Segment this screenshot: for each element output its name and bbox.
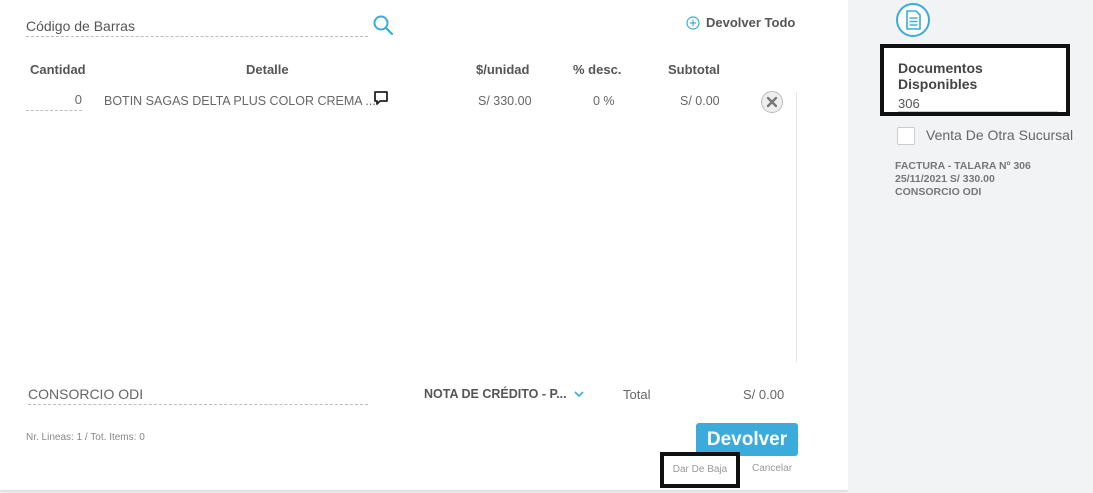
return-all-button[interactable]: Devolver Todo xyxy=(686,15,795,30)
row-unit-price: S/ 330.00 xyxy=(478,94,532,108)
cancel-button[interactable]: Cancelar xyxy=(752,463,792,474)
items-summary: Nr. Lineas: 1 / Tot. Items: 0 xyxy=(26,432,145,443)
client-field[interactable]: CONSORCIO ODI xyxy=(28,384,368,405)
comment-icon[interactable] xyxy=(373,90,389,106)
return-all-label: Devolver Todo xyxy=(706,15,796,30)
header-detail: Detalle xyxy=(246,62,289,77)
plus-circle-icon xyxy=(686,15,700,30)
row-discount: 0 % xyxy=(593,94,615,108)
other-branch-label: Venta De Otra Sucursal xyxy=(926,127,1074,143)
row-subtotal: S/ 0.00 xyxy=(680,94,720,108)
total-value: S/ 0.00 xyxy=(743,387,785,402)
header-discount: % desc. xyxy=(573,62,622,77)
barcode-input[interactable]: Código de Barras xyxy=(26,16,368,37)
header-unit-price: $/unidad xyxy=(476,62,530,77)
chevron-down-icon xyxy=(574,391,584,398)
scroll-divider xyxy=(796,92,797,362)
total-label: Total xyxy=(623,387,651,402)
available-documents-box: Documentos Disponibles 306 xyxy=(880,44,1070,116)
document-result-date-amount: 25/11/2021 S/ 330.00 xyxy=(895,173,995,185)
row-detail: BOTIN SAGAS DELTA PLUS COLOR CREMA ... xyxy=(104,94,376,108)
document-search-input[interactable]: 306 xyxy=(898,96,1058,112)
search-icon[interactable] xyxy=(372,14,394,36)
write-off-button[interactable]: Dar De Baja xyxy=(660,452,740,488)
document-icon[interactable] xyxy=(895,2,931,38)
document-result-title: FACTURA - TALARA Nº 306 xyxy=(895,160,1031,172)
remove-circle-icon[interactable] xyxy=(760,90,784,114)
main-panel: Código de Barras Devolver Todo Cantidad … xyxy=(0,0,848,490)
header-quantity: Cantidad xyxy=(30,62,86,77)
other-branch-checkbox[interactable] xyxy=(897,127,915,145)
header-subtotal: Subtotal xyxy=(668,62,720,77)
available-documents-title: Documentos Disponibles xyxy=(898,60,983,92)
document-result-item[interactable]: FACTURA - TALARA Nº 306 25/11/2021 S/ 33… xyxy=(895,160,1085,199)
document-type-label: NOTA DE CRÉDITO - P... xyxy=(424,387,567,401)
quantity-input[interactable]: 0 xyxy=(26,92,82,111)
document-result-client: CONSORCIO ODI xyxy=(895,186,982,198)
document-type-select[interactable]: NOTA DE CRÉDITO - P... xyxy=(424,387,585,401)
